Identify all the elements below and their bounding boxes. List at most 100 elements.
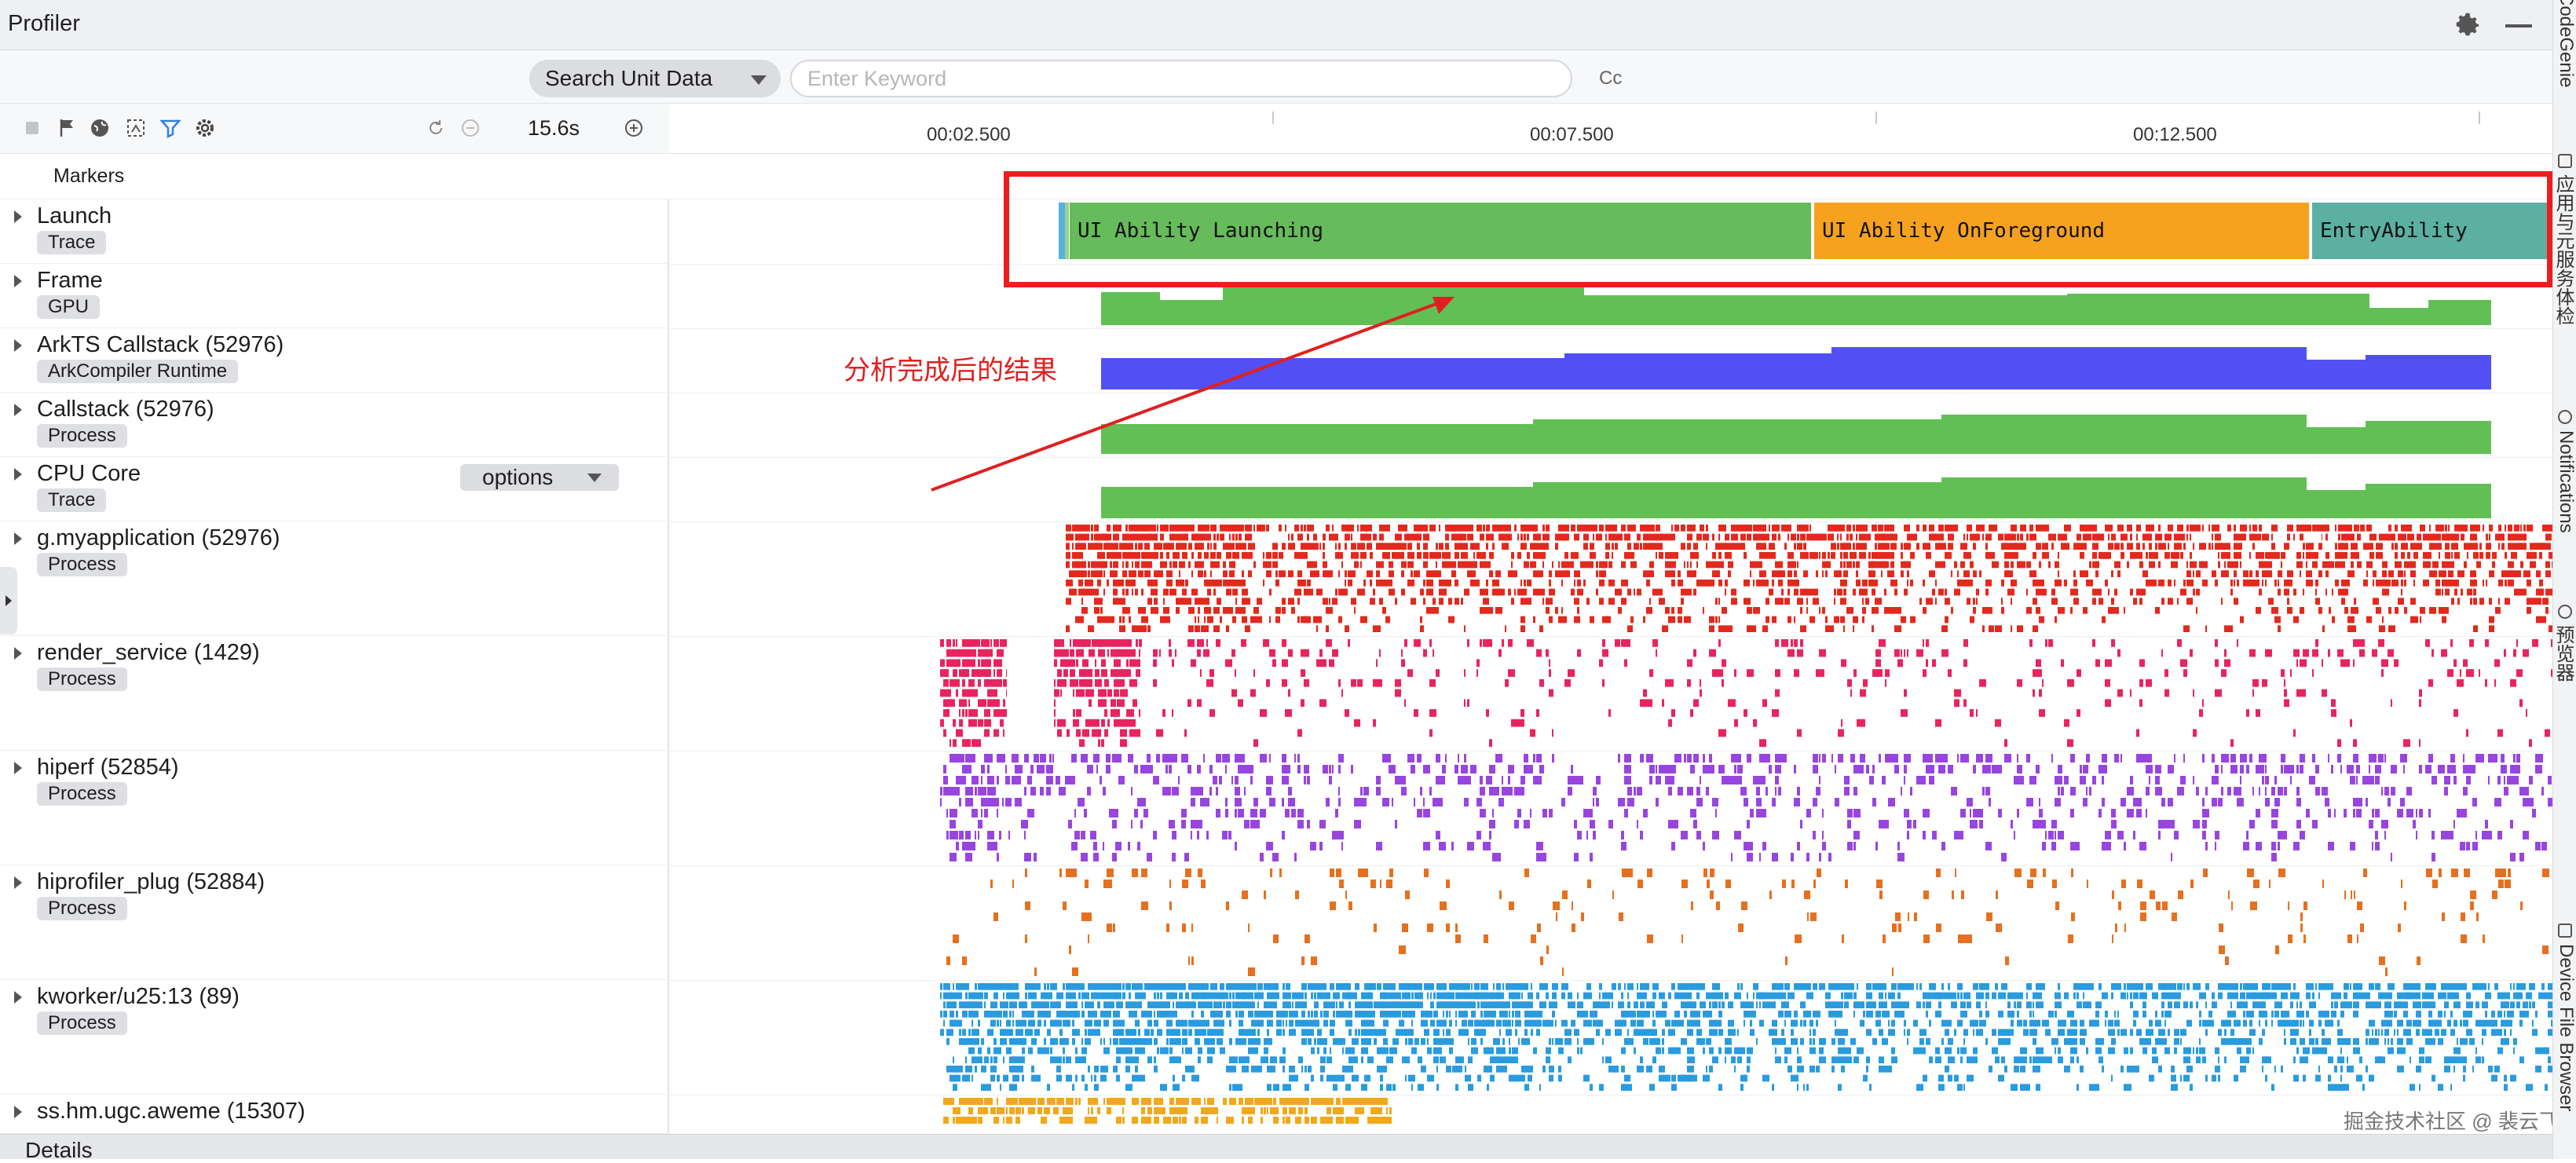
track-callstack[interactable]: Callstack (52976) Process [0,393,669,457]
flag-icon[interactable] [55,116,79,140]
track-render-service[interactable]: render_service (1429) Process [0,636,669,751]
render-event [2359,639,2365,647]
myapp-event [1967,533,1968,541]
myapp-event [1806,607,1808,614]
hiperf-event [2548,776,2552,784]
expand-arrow-icon[interactable] [14,1106,22,1118]
myapp-event [2489,543,2491,550]
myapp-event [1881,570,1883,577]
settings-icon[interactable] [193,116,217,140]
hiperf-event [987,765,990,774]
render-event [2381,659,2388,667]
myapp-event [2142,543,2145,550]
expand-arrow-icon[interactable] [14,468,22,481]
filter-icon[interactable] [159,116,182,140]
myapp-event [1081,607,1088,614]
myapp-event [1363,543,1365,550]
myapp-event [1762,525,1764,532]
render-event [2048,639,2053,647]
myapp-event [2164,543,2166,550]
minimize-icon[interactable] [2505,24,2532,27]
globe-icon[interactable] [88,116,112,140]
kworker-event [1047,1047,1049,1055]
kworker-event [1512,983,1515,990]
myapp-event [2243,533,2246,541]
kworker-event [1465,992,1472,1000]
expand-arrow-icon[interactable] [14,339,22,352]
render-event [978,719,983,727]
myapp-event [1154,552,1158,559]
track-myapplication[interactable]: g.myapplication (52976) Process [0,521,669,636]
zoom-in-icon[interactable] [622,116,646,140]
stop-icon[interactable] [20,116,44,140]
search-scope-dropdown[interactable]: Search Unit Data [529,60,781,97]
track-tag: Process [37,424,127,448]
hiperf-event [1690,765,1695,774]
expand-arrow-icon[interactable] [14,210,22,223]
myapp-event [1498,525,1502,532]
expand-arrow-icon[interactable] [14,647,22,660]
myapp-event [1147,561,1152,569]
reset-zoom-icon[interactable] [424,116,448,140]
myapp-event [1840,561,1842,569]
hiperf-event [2296,787,2300,795]
hiperf-event [1323,765,1328,774]
track-launch[interactable]: Launch Trace [0,199,669,264]
render-event [1117,699,1124,708]
track-frame[interactable]: Frame GPU [0,264,669,328]
hiperf-event [2243,754,2247,763]
kworker-event [1364,1029,1370,1036]
myapp-event [1511,570,1513,577]
hiperf-event [1046,776,1053,784]
expand-arrow-icon[interactable] [14,275,22,287]
kworker-event [1323,1011,1329,1018]
kworker-event [1135,1047,1138,1055]
gear-icon[interactable] [2453,9,2483,39]
track-hiprofiler-plug[interactable]: hiprofiler_plug (52884) Process [0,865,669,980]
hiprofiler-event [1182,923,1186,932]
kworker-event [962,1029,966,1036]
hiprofiler-event [2492,891,2497,899]
myapp-event [1107,552,1110,559]
hiperf-event [1476,798,1482,806]
myapp-event [1615,525,1617,532]
kworker-event [1521,992,1523,1000]
kworker-event [1449,1019,1452,1027]
myapp-event [1846,570,1848,577]
myapp-event [1204,525,1207,532]
kworker-event [1283,983,1285,990]
myapp-event [1467,588,1469,596]
crop-select-icon[interactable] [124,116,148,140]
myapp-event [1100,616,1107,624]
myapp-event [2357,533,2361,541]
expand-arrow-icon[interactable] [14,532,22,545]
myapp-event [1213,533,1216,541]
track-hiperf[interactable]: hiperf (52854) Process [0,751,669,865]
myapp-event [1530,543,1536,550]
expand-arrow-icon[interactable] [14,762,22,774]
render-event [2193,729,2197,737]
track-aweme[interactable]: ss.hm.ugc.aweme (15307) [0,1095,669,1134]
time-ruler[interactable]: 00:02.500 00:07.500 00:12.500 [669,104,2552,154]
expand-arrow-icon[interactable] [14,991,22,1004]
expand-arrow-icon[interactable] [14,404,22,416]
kworker-event [1053,983,1057,990]
expand-arrow-icon[interactable] [14,876,22,889]
myapp-event [2467,552,2468,559]
hiperf-event [2111,809,2116,817]
track-arkts-callstack[interactable]: ArkTS Callstack (52976) ArkCompiler Runt… [0,328,669,393]
hiperf-event [2466,842,2470,850]
render-event [1172,659,1174,667]
hiperf-event [1096,765,1098,774]
cpu-core-options-dropdown[interactable]: options [460,464,619,491]
myapp-event [1989,625,1994,632]
hiprofiler-event [2250,902,2257,910]
myapp-event [2124,607,2125,614]
case-sensitive-toggle[interactable]: Cc [1599,68,1622,90]
keyword-search-input[interactable] [790,60,1572,97]
myapp-event [2545,543,2549,550]
zoom-out-icon[interactable] [459,116,482,140]
myapp-event [2036,607,2040,614]
myapp-event [2505,580,2507,587]
track-kworker[interactable]: kworker/u25:13 (89) Process [0,980,669,1095]
